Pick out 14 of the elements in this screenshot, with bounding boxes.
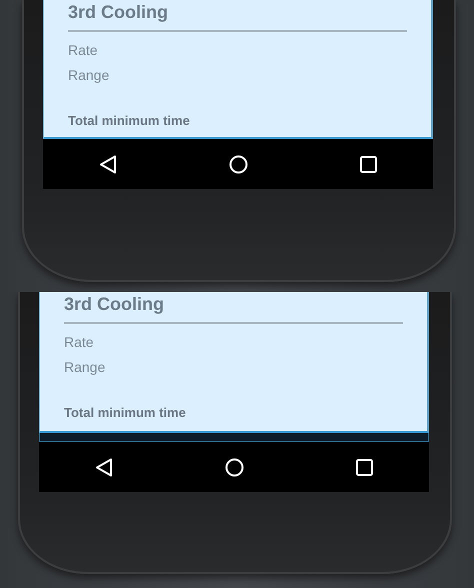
section-title: 3rd Cooling	[64, 294, 403, 324]
field-label: Rate	[64, 333, 95, 352]
recents-icon[interactable]	[356, 458, 373, 476]
home-icon[interactable]	[229, 154, 248, 174]
field-label: Range	[68, 66, 110, 85]
total-label: Total minimum time	[68, 113, 191, 128]
section-title: 3rd Cooling	[68, 2, 407, 32]
field-label: Range	[64, 358, 106, 377]
home-icon[interactable]	[225, 458, 244, 476]
field-label: Rate	[68, 41, 99, 60]
total-label: Total minimum time	[64, 405, 187, 420]
back-icon[interactable]	[95, 458, 113, 476]
back-icon[interactable]	[99, 154, 117, 174]
recents-icon[interactable]	[360, 156, 377, 172]
